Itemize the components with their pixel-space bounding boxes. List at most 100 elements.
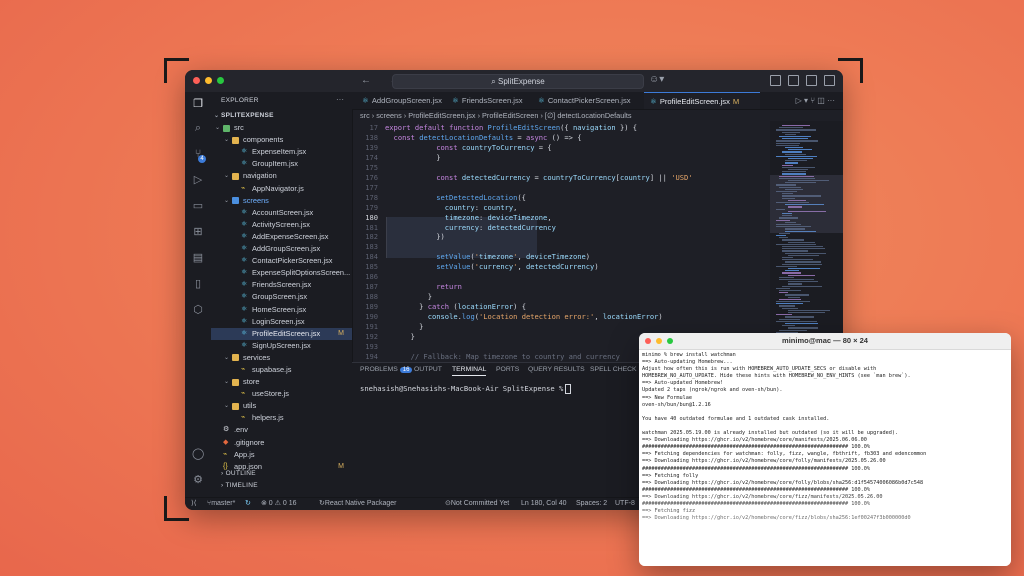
- minimap-line: [785, 162, 798, 164]
- tree-item-label: screens: [243, 195, 269, 205]
- extensions-icon[interactable]: ⊞: [192, 226, 204, 238]
- editor-tab[interactable]: ⚛ ProfileEditScreen.jsx M: [644, 92, 760, 109]
- panel-tab[interactable]: PORTS: [496, 366, 519, 373]
- panel-tab-label: QUERY RESULTS: [528, 366, 585, 373]
- tree-file[interactable]: ⚙ .env: [211, 424, 352, 436]
- code-editor[interactable]: 17 export default function ProfileEditScr…: [352, 121, 770, 361]
- code-line: setValue('timezone', deviceTimezone): [436, 252, 591, 262]
- close-window-button[interactable]: [193, 77, 200, 84]
- panel-tab[interactable]: TERMINAL: [452, 366, 487, 376]
- tree-file[interactable]: ⚛ ActivityScreen.jsx: [211, 219, 352, 231]
- tree-file[interactable]: ⚛ HomeScreen.jsx: [211, 304, 352, 316]
- editor-tab[interactable]: ⚛ ContactPickerScreen.jsx: [532, 92, 642, 109]
- tree-file[interactable]: ⚛ ProfileEditScreen.jsx M: [211, 327, 352, 340]
- search-icon[interactable]: ⌕: [192, 122, 204, 134]
- more-actions-icon[interactable]: ···: [336, 95, 344, 104]
- tree-file[interactable]: ⌁ helpers.js: [211, 412, 352, 424]
- tree-item-label: FriendsScreen.jsx: [252, 280, 312, 290]
- tree-file[interactable]: ⚛ SignUpScreen.jsx: [211, 340, 352, 352]
- run-debug-icon[interactable]: ▷: [192, 174, 204, 186]
- tree-folder[interactable]: ⌄ services: [211, 352, 352, 364]
- tree-file[interactable]: ⌁ AppNavigator.js: [211, 183, 352, 195]
- minimap-viewport[interactable]: [770, 175, 843, 233]
- tree-file[interactable]: ⚛ GroupItem.jsx: [211, 158, 352, 170]
- tree-folder[interactable]: ⌄ store: [211, 376, 352, 388]
- toggle-secondary-sidebar-icon[interactable]: [806, 75, 817, 86]
- code-line: country: country,: [444, 202, 518, 212]
- tree-file[interactable]: ⚛ GroupScreen.jsx: [211, 291, 352, 303]
- line-number: 186: [365, 272, 378, 282]
- line-number: 193: [365, 341, 378, 351]
- tree-file[interactable]: ⚛ AddGroupScreen.jsx: [211, 243, 352, 255]
- packager-status[interactable]: ↻ React Native Packager: [319, 498, 396, 510]
- command-center-search[interactable]: ⌕ SplitExpense: [392, 74, 644, 89]
- tree-file[interactable]: ⚛ ContactPickerScreen.jsx: [211, 255, 352, 267]
- line-number: 179: [365, 202, 378, 212]
- file-tree: ⌄ SPLITEXPENSE ⌄ src ⌄ components ⚛ ExpenseIt…: [211, 110, 352, 473]
- tree-file[interactable]: ◆ .gitignore: [211, 437, 352, 449]
- minimap-line: [776, 320, 818, 322]
- minimap-line: [776, 235, 787, 237]
- editor-actions[interactable]: ▷ ▾ ⑂ ◫ ···: [796, 96, 835, 105]
- tree-file[interactable]: ⌁ supabase.js: [211, 364, 352, 376]
- tree-folder[interactable]: ⌄ navigation: [211, 170, 352, 182]
- panel-tab[interactable]: PROBLEMS 16: [360, 366, 413, 373]
- problems-counts[interactable]: ⊗ 0 ⚠ 0 16: [261, 498, 297, 510]
- tree-file[interactable]: ⚛ ExpenseSplitOptionsScreen...: [211, 267, 352, 279]
- tree-file[interactable]: ⌁ useStore.js: [211, 388, 352, 400]
- breadcrumb[interactable]: src › screens › ProfileEditScreen.jsx › …: [352, 110, 771, 121]
- account-icon[interactable]: ◯: [192, 448, 204, 460]
- minimize-window-button[interactable]: [205, 77, 212, 84]
- panel-tab[interactable]: QUERY RESULTS: [528, 366, 585, 373]
- docker-icon[interactable]: ⬡: [192, 304, 204, 316]
- editor-tab[interactable]: ⚛ AddGroupScreen.jsx: [356, 92, 444, 109]
- tree-folder[interactable]: ⌄ src: [211, 122, 352, 134]
- settings-gear-icon[interactable]: ⚙: [192, 474, 204, 486]
- sync-icon[interactable]: ↻: [245, 498, 251, 510]
- copilot-icon[interactable]: ☺▾: [649, 74, 664, 85]
- tree-folder[interactable]: ⌄ components: [211, 134, 352, 146]
- panel-tab[interactable]: SPELL CHECK: [590, 366, 637, 373]
- editor-tab[interactable]: ⚛ FriendsScreen.jsx: [446, 92, 530, 109]
- minimap-line: [782, 248, 825, 250]
- outline-section[interactable]: › OUTLINE: [211, 468, 352, 480]
- minimap-line: [782, 246, 823, 248]
- tree-file[interactable]: ⚛ ExpenseItem.jsx: [211, 146, 352, 158]
- minimap[interactable]: [770, 121, 843, 361]
- database-icon[interactable]: ▯: [192, 278, 204, 290]
- toggle-panel-icon[interactable]: [788, 75, 799, 86]
- toggle-sidebar-icon[interactable]: [770, 75, 781, 86]
- tree-item-label: GroupItem.jsx: [252, 159, 299, 169]
- indentation[interactable]: Spaces: 2: [576, 498, 607, 510]
- tree-file[interactable]: ⚛ AddExpenseScreen.jsx: [211, 231, 352, 243]
- minimap-line: [788, 169, 808, 171]
- remote-explorer-icon[interactable]: ▭: [192, 200, 204, 212]
- minimap-line: [779, 292, 788, 294]
- customize-layout-icon[interactable]: [824, 75, 835, 86]
- tree-folder[interactable]: ⌄ utils: [211, 400, 352, 412]
- tree-item-label: SignUpScreen.jsx: [252, 340, 311, 350]
- project-root[interactable]: ⌄ SPLITEXPENSE: [211, 110, 352, 122]
- tree-file[interactable]: ⚛ FriendsScreen.jsx: [211, 279, 352, 291]
- explorer-icon[interactable]: ❐: [192, 98, 204, 110]
- encoding[interactable]: UTF-8: [615, 498, 635, 510]
- remote-indicator-icon[interactable]: ⟩⟨: [191, 498, 196, 510]
- tree-item-label: LoginScreen.jsx: [252, 316, 305, 326]
- line-number: 178: [365, 192, 378, 202]
- tree-folder[interactable]: ⌄ screens: [211, 195, 352, 207]
- tree-file[interactable]: ⚛ AccountScreen.jsx: [211, 207, 352, 219]
- panel-tab[interactable]: OUTPUT: [414, 366, 442, 373]
- prompt-text: snehasish@Snehasishs-MacBook-Air SplitEx…: [360, 384, 564, 393]
- chevron-down-icon: ⌄: [215, 125, 221, 132]
- tree-file[interactable]: ⌁ App.js: [211, 449, 352, 461]
- js-file-icon: ⌁: [241, 390, 246, 398]
- git-blame-status[interactable]: ⊙ Not Committed Yet: [445, 498, 509, 510]
- testing-icon[interactable]: ▤: [192, 252, 204, 264]
- timeline-section[interactable]: › TIMELINE: [211, 480, 352, 492]
- tree-file[interactable]: ⚛ LoginScreen.jsx: [211, 316, 352, 328]
- cursor-position[interactable]: Ln 180, Col 40: [521, 498, 567, 510]
- minimap-line: [776, 140, 818, 142]
- branch-indicator[interactable]: ⑂ master*: [207, 498, 235, 510]
- terminal-prompt[interactable]: snehasish@Snehasishs-MacBook-Air SplitEx…: [360, 384, 572, 394]
- zoom-window-button[interactable]: [217, 77, 224, 84]
